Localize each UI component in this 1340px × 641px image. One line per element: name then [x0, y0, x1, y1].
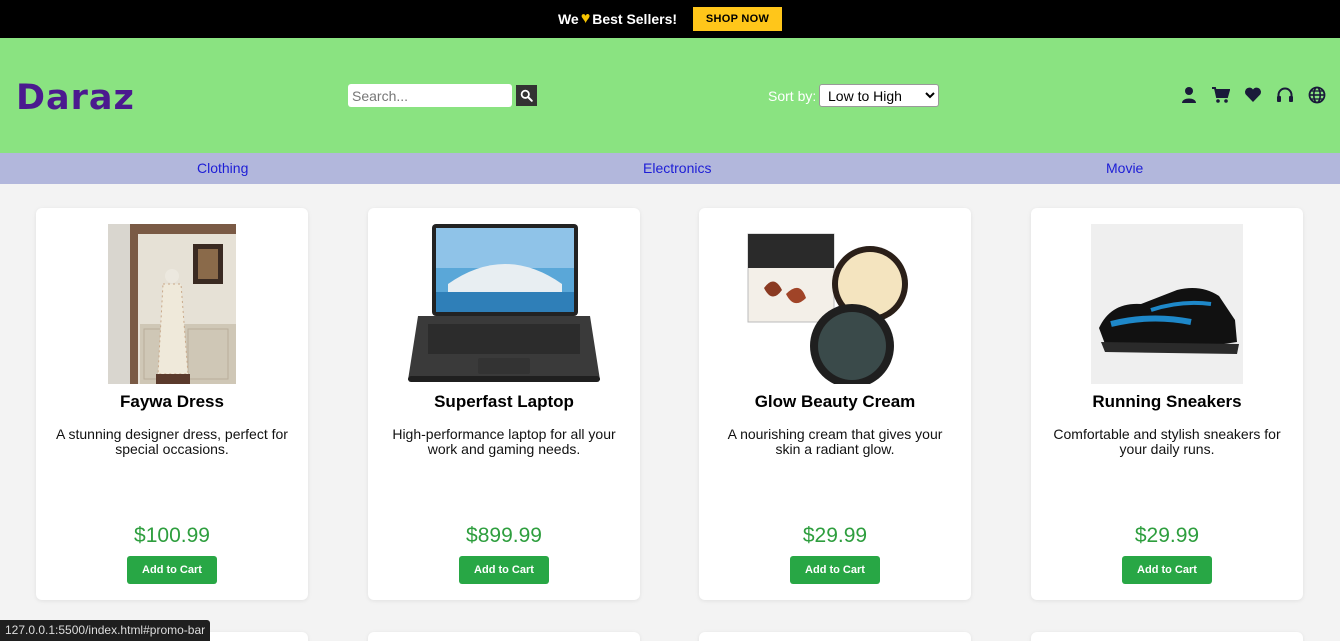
product-image[interactable]: [108, 224, 236, 384]
search-input[interactable]: [348, 84, 512, 107]
search-button[interactable]: [516, 85, 537, 106]
add-to-cart-button[interactable]: Add to Cart: [459, 556, 549, 584]
heart-icon[interactable]: [1244, 86, 1262, 104]
product-card-next-row: [699, 632, 971, 641]
status-bar-url: 127.0.0.1:5500/index.html#promo-bar: [0, 620, 211, 641]
headset-icon[interactable]: [1276, 86, 1294, 104]
product-price: $29.99: [802, 524, 868, 547]
logo[interactable]: Daraz: [16, 78, 135, 118]
product-description: A stunning designer dress, perfect for s…: [56, 426, 288, 457]
search-icon: [520, 89, 533, 102]
product-card-next-row: [1031, 632, 1303, 641]
product-image[interactable]: [408, 224, 600, 384]
cart-icon[interactable]: [1212, 86, 1230, 104]
product-card-next-row: [368, 632, 640, 641]
product-price: $899.99: [466, 524, 542, 547]
product-description: High-performance laptop for all your wor…: [392, 426, 616, 457]
globe-icon[interactable]: [1308, 86, 1326, 104]
promo-text-we: We: [557, 11, 579, 27]
add-to-cart-button[interactable]: Add to Cart: [127, 556, 217, 584]
category-nav: Clothing Electronics Movie: [0, 153, 1340, 184]
promo-bar: We ♥ Best Sellers! SHOP NOW: [0, 0, 1340, 38]
header: Daraz Sort by: Low to High: [0, 38, 1340, 153]
product-image[interactable]: [1091, 224, 1243, 384]
shop-now-button[interactable]: SHOP NOW: [693, 7, 783, 31]
promo-text-best-sellers: Best Sellers!: [592, 11, 678, 27]
product-description: Comfortable and stylish sneakers for you…: [1053, 426, 1281, 457]
nav-electronics[interactable]: Electronics: [643, 160, 711, 176]
product-card: Faywa Dress A stunning designer dress, p…: [36, 208, 308, 600]
product-card: Running Sneakers Comfortable and stylish…: [1031, 208, 1303, 600]
add-to-cart-button[interactable]: Add to Cart: [790, 556, 880, 584]
promo-text: We ♥ Best Sellers!: [558, 10, 677, 28]
sort-label: Sort by:: [768, 88, 817, 104]
product-image[interactable]: [744, 224, 926, 384]
sort-select[interactable]: Low to High: [819, 84, 939, 107]
product-name: Glow Beauty Cream: [754, 392, 916, 411]
product-description: A nourishing cream that gives your skin …: [727, 426, 943, 457]
product-price: $29.99: [1134, 524, 1200, 547]
product-price: $100.99: [134, 524, 210, 547]
nav-clothing[interactable]: Clothing: [197, 160, 248, 176]
nav-movie[interactable]: Movie: [1106, 160, 1143, 176]
product-name: Faywa Dress: [120, 392, 224, 411]
heart-emoji-icon: ♥: [580, 10, 591, 27]
product-name: Running Sneakers: [1092, 392, 1242, 411]
product-card: Superfast Laptop High-performance laptop…: [368, 208, 640, 600]
product-card: Glow Beauty Cream A nourishing cream tha…: [699, 208, 971, 600]
user-icon[interactable]: [1180, 86, 1198, 104]
header-icons: [1180, 86, 1326, 104]
product-name: Superfast Laptop: [434, 392, 574, 411]
add-to-cart-button[interactable]: Add to Cart: [1122, 556, 1212, 584]
